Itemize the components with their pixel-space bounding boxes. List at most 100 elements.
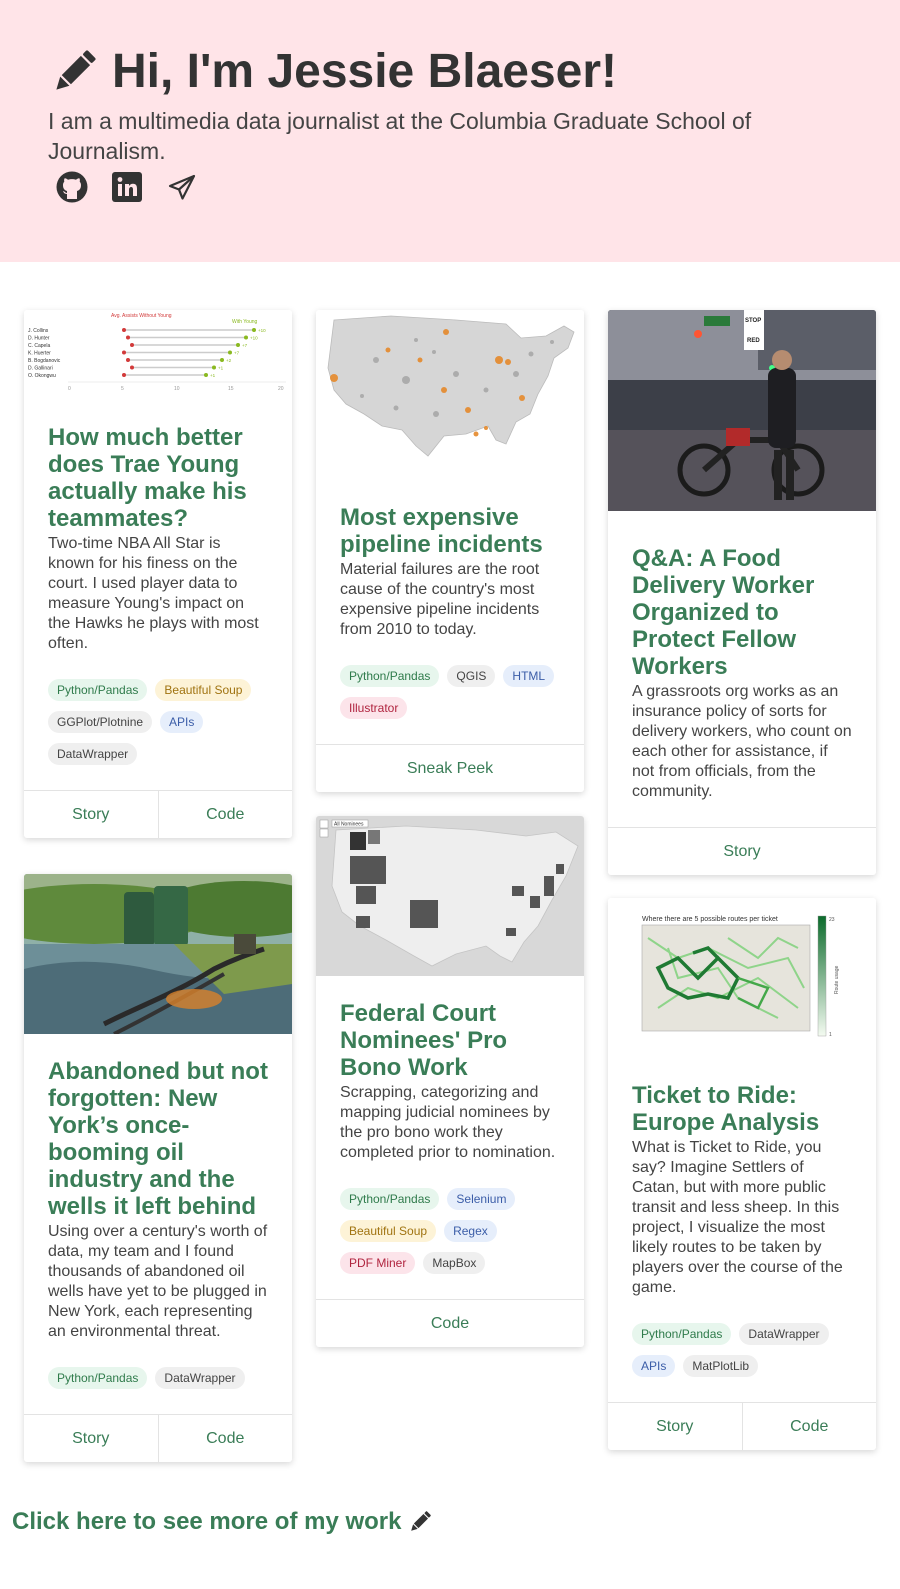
thumb-delta-label: +10	[250, 335, 258, 340]
story-button[interactable]: Story	[608, 1403, 742, 1450]
thumb-delta-label: +10	[258, 328, 266, 333]
github-icon[interactable]	[56, 171, 88, 203]
tag: MatPlotLib	[683, 1355, 759, 1377]
hero-subtitle: I am a multimedia data journalist at the…	[48, 108, 752, 164]
code-button[interactable]: Code	[157, 791, 293, 838]
pipeline-map-thumbnail	[316, 310, 584, 470]
tag: DataWrapper	[739, 1323, 829, 1345]
thumb-delta-label: +7	[242, 343, 248, 348]
thumb-player-label: B. Bogdanovic	[28, 358, 61, 364]
thumb-player-label: D. Hunter	[28, 335, 50, 341]
card-title[interactable]: Q&A: A Food Delivery Worker Organized to…	[632, 545, 852, 680]
thumb-player-label: O. Okongwu	[28, 373, 56, 379]
card-title[interactable]: Federal Court Nominees' Pro Bono Work	[340, 1000, 560, 1081]
card-actions: Story Code	[24, 1414, 292, 1462]
tag-list: Python/Pandas DataWrapper	[48, 1367, 268, 1414]
tag: PDF Miner	[340, 1252, 416, 1274]
project-card-oil-wells: Abandoned but not forgotten: New York’s …	[24, 874, 292, 1462]
card-description: Using over a century's worth of data, my…	[48, 1223, 268, 1340]
card-description: Scrapping, categorizing and mapping judi…	[340, 1084, 556, 1161]
tag: GGPlot/Plotnine	[48, 711, 153, 733]
thumb-point-with	[212, 365, 216, 370]
card-title[interactable]: Abandoned but not forgotten: New York’s …	[48, 1058, 268, 1220]
pencil-icon	[56, 49, 96, 90]
see-more-link[interactable]: Click here to see more of my work	[12, 1508, 433, 1536]
thumb-point-with	[220, 358, 224, 362]
code-button[interactable]: Code	[316, 1300, 584, 1347]
colorbar-min: 1	[829, 1032, 832, 1038]
tag-list: Python/Pandas DataWrapper APIs MatPlotLi…	[632, 1323, 852, 1402]
thumb-delta-label: +1	[218, 365, 224, 370]
sneak-peek-button[interactable]: Sneak Peek	[316, 745, 584, 792]
hero-header: Hi, I'm Jessie Blaeser! I am a multimedi…	[0, 0, 900, 262]
thumb-player-label: C. Capela	[28, 343, 50, 349]
page-title: Hi, I'm Jessie Blaeser!	[48, 44, 617, 99]
thumb-point-with	[204, 373, 208, 377]
thumb-point-with	[236, 343, 240, 347]
project-card-pipeline: Most expensive pipeline incidents Materi…	[316, 310, 584, 792]
thumb-point-with	[244, 335, 248, 340]
card-actions: Story	[608, 827, 876, 875]
tag-list: Python/Pandas Beautiful Soup GGPlot/Plot…	[48, 679, 268, 790]
map-filter-select: All Nominees	[334, 822, 364, 828]
card-title[interactable]: Most expensive pipeline incidents	[340, 504, 560, 558]
card-actions: Story Code	[24, 790, 292, 838]
thumb-tick: 10	[174, 386, 180, 392]
tag: Illustrator	[340, 697, 408, 719]
project-card-ticket-to-ride: Where there are 5 possible routes per ti…	[608, 898, 876, 1450]
story-button[interactable]: Story	[24, 1415, 158, 1462]
hero-title-text: Hi, I'm Jessie Blaeser!	[112, 45, 618, 98]
thumb-player-label: D. Gallinari	[28, 365, 53, 371]
ticket-to-ride-chart-thumbnail: Where there are 5 possible routes per ti…	[608, 898, 876, 1048]
thumb-player-label: J. Collins	[28, 328, 49, 334]
tag: Beautiful Soup	[340, 1220, 437, 1242]
tag: Python/Pandas	[632, 1323, 732, 1345]
thumb-point-without	[122, 350, 126, 355]
thumb-point-without	[126, 358, 130, 362]
thumb-delta-label: +1	[210, 373, 216, 378]
code-button[interactable]: Code	[741, 1403, 877, 1450]
tag: HTML	[503, 665, 555, 687]
tag: Python/Pandas	[48, 679, 148, 701]
project-card-food-delivery: STOP RED Q&A: A Food Delivery Worker Org…	[608, 310, 876, 875]
card-description: What is Ticket to Ride, you say? Imagine…	[632, 1139, 843, 1296]
thumb-point-without	[122, 373, 126, 377]
red-sign-text: RED	[747, 338, 760, 344]
thumb-point-without	[130, 343, 134, 347]
tag: MapBox	[423, 1252, 486, 1274]
code-button[interactable]: Code	[157, 1415, 293, 1462]
tag: Regex	[444, 1220, 497, 1242]
card-title[interactable]: Ticket to Ride: Europe Analysis	[632, 1082, 852, 1136]
thumb-legend-right: With Young	[232, 319, 258, 325]
tag: Python/Pandas	[48, 1367, 148, 1389]
thumb-point-with	[252, 328, 256, 332]
thumb-chart-title: Where there are 5 possible routes per ti…	[642, 916, 778, 923]
tag: Python/Pandas	[340, 1188, 440, 1210]
tag: Selenium	[447, 1188, 516, 1210]
tag: APIs	[160, 711, 204, 733]
tag-list: Python/Pandas QGIS HTML Illustrator	[340, 665, 560, 744]
card-actions: Sneak Peek	[316, 744, 584, 792]
thumb-point-without	[122, 328, 126, 332]
card-actions: Story Code	[608, 1402, 876, 1450]
thumb-tick: 5	[121, 386, 124, 392]
thumb-legend-left: Avg. Assists Without Young	[111, 313, 172, 319]
thumb-tick: 0	[68, 386, 71, 392]
card-title[interactable]: How much better does Trae Young actually…	[48, 424, 268, 532]
linkedin-icon[interactable]	[111, 171, 143, 203]
thumb-player-label: K. Huerter	[28, 350, 51, 356]
tag: APIs	[632, 1355, 676, 1377]
project-card-trae-young: Avg. Assists Without Young With Young J.…	[24, 310, 292, 838]
paper-plane-icon[interactable]	[166, 171, 198, 203]
card-description: Material failures are the root cause of …	[340, 561, 540, 638]
food-delivery-photo: STOP RED	[608, 310, 876, 511]
story-button[interactable]: Story	[24, 791, 158, 838]
tag: Beautiful Soup	[155, 679, 252, 701]
pencil-icon	[411, 1511, 432, 1531]
tag: Python/Pandas	[340, 665, 440, 687]
see-more-text: Click here to see more of my work	[12, 1508, 402, 1535]
story-button[interactable]: Story	[608, 828, 876, 875]
card-description: Two-time NBA All Star is known for his f…	[48, 535, 259, 652]
thumb-delta-label: +2	[226, 358, 232, 363]
thumb-tick: 15	[228, 386, 234, 392]
